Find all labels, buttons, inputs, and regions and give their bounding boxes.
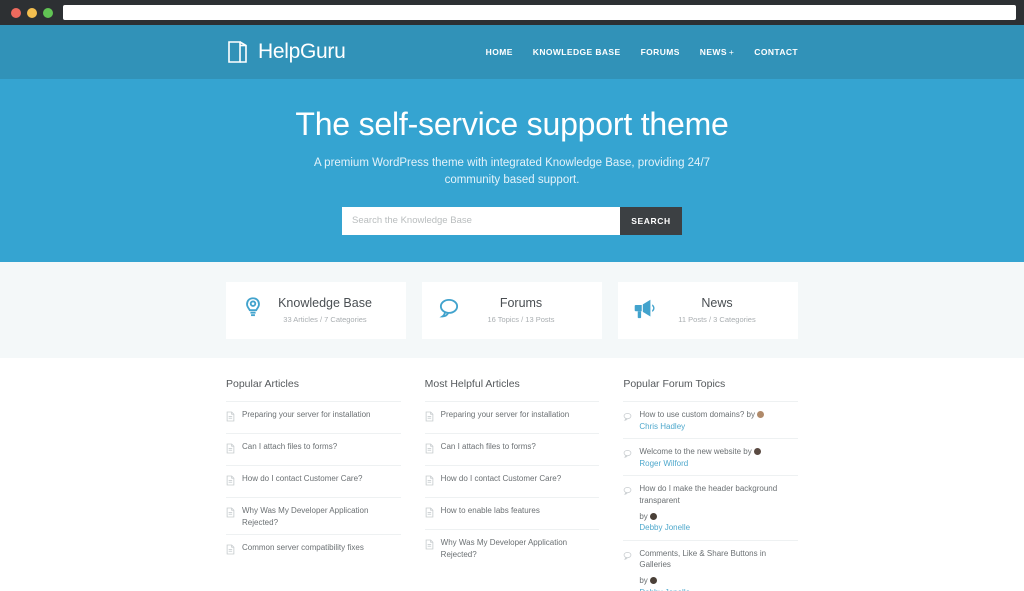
search-input[interactable] bbox=[342, 206, 620, 235]
list-item[interactable]: How do I contact Customer Care? bbox=[226, 465, 401, 497]
close-window-icon[interactable] bbox=[11, 7, 21, 18]
document-icon bbox=[425, 505, 434, 523]
search-button[interactable]: SEARCH bbox=[620, 206, 682, 235]
content-columns-section: Popular Articles Preparing your server f… bbox=[0, 358, 1024, 591]
stat-card-title: News bbox=[701, 296, 733, 310]
hero-subtitle: A premium WordPress theme with integrate… bbox=[313, 157, 711, 186]
article-title: How do I contact Customer Care? bbox=[440, 474, 562, 483]
column-title: Popular Articles bbox=[226, 378, 299, 390]
maximize-window-icon[interactable] bbox=[43, 7, 53, 18]
list-item[interactable]: Preparing your server for installation bbox=[226, 401, 401, 433]
nav-item-home[interactable]: HOME bbox=[486, 47, 513, 57]
nav-item-contact[interactable]: CONTACT bbox=[754, 47, 798, 57]
stat-card-news[interactable]: News 11 Posts / 3 Categories bbox=[618, 281, 798, 339]
avatar bbox=[753, 448, 761, 456]
list-item[interactable]: Can I attach files to forms? bbox=[424, 433, 600, 465]
knowledge-base-search-form: SEARCH bbox=[342, 206, 682, 235]
list-item[interactable]: Comments, Like & Share Buttons in Galler… bbox=[623, 539, 799, 591]
topic-author[interactable]: Roger Wilford bbox=[639, 458, 760, 470]
document-icon bbox=[425, 537, 434, 555]
megaphone-icon bbox=[632, 295, 658, 326]
hero-section: The self-service support theme A premium… bbox=[0, 79, 1024, 262]
topic-title: How to use custom domains? by bbox=[639, 410, 755, 419]
document-icon bbox=[226, 473, 235, 491]
topic-title: Welcome to the new website by bbox=[639, 447, 752, 457]
minimize-window-icon[interactable] bbox=[27, 7, 37, 18]
document-icon bbox=[226, 505, 235, 523]
stat-card-title: Forums bbox=[499, 296, 543, 310]
main-navigation: HOME KNOWLEDGE BASE FORUMS NEWS + CONTACT bbox=[486, 47, 798, 57]
stat-card-title: Knowledge Base bbox=[278, 296, 372, 310]
speech-bubble-icon bbox=[623, 548, 632, 566]
by-label: by bbox=[639, 511, 648, 521]
stat-card-knowledge-base[interactable]: Knowledge Base 33 Articles / 7 Categorie… bbox=[226, 281, 406, 339]
article-title: Preparing your server for installation bbox=[440, 410, 570, 419]
article-title: Why Was My Developer Application Rejecte… bbox=[440, 538, 568, 559]
article-title: How to enable labs features bbox=[440, 506, 540, 515]
speech-bubble-icon bbox=[436, 295, 462, 326]
stat-card-forums[interactable]: Forums 16 Topics / 13 Posts bbox=[422, 281, 602, 339]
topic-author[interactable]: Debby Jonelle bbox=[639, 587, 798, 591]
topic-title: How do I make the header background tran… bbox=[639, 484, 778, 505]
list-item[interactable]: Preparing your server for installation bbox=[424, 401, 600, 433]
column-title: Most Helpful Articles bbox=[424, 378, 520, 390]
logo-text: HelpGuru bbox=[258, 40, 346, 63]
article-title: Why Was My Developer Application Rejecte… bbox=[242, 506, 369, 527]
document-icon bbox=[425, 441, 434, 459]
topic-author[interactable]: Chris Hadley bbox=[639, 421, 764, 433]
address-bar[interactable] bbox=[63, 5, 1016, 20]
document-icon bbox=[226, 409, 235, 427]
column-title: Popular Forum Topics bbox=[623, 378, 726, 390]
stat-card-meta: 16 Topics / 13 Posts bbox=[487, 315, 555, 324]
stat-card-meta: 11 Posts / 3 Categories bbox=[678, 315, 756, 324]
avatar bbox=[756, 411, 764, 418]
list-item[interactable]: Why Was My Developer Application Rejecte… bbox=[226, 497, 401, 534]
list-item[interactable]: How to use custom domains? by Chris Hadl… bbox=[623, 401, 799, 438]
browser-chrome bbox=[0, 0, 1024, 25]
article-title: Can I attach files to forms? bbox=[440, 442, 536, 451]
list-item[interactable]: Welcome to the new website by Roger Wilf… bbox=[623, 438, 799, 475]
hero-title: The self-service support theme bbox=[295, 106, 729, 142]
document-icon bbox=[425, 409, 434, 427]
document-icon bbox=[425, 473, 434, 491]
page-viewport: HelpGuru HOME KNOWLEDGE BASE FORUMS NEWS… bbox=[0, 25, 1024, 591]
article-title: Can I attach files to forms? bbox=[242, 442, 338, 451]
article-title: How do I contact Customer Care? bbox=[242, 474, 363, 483]
document-icon bbox=[226, 542, 235, 560]
site-logo[interactable]: HelpGuru bbox=[226, 39, 346, 65]
list-item[interactable]: How to enable labs features bbox=[424, 497, 600, 529]
stat-cards-section: Knowledge Base 33 Articles / 7 Categorie… bbox=[0, 262, 1024, 358]
topic-title: Comments, Like & Share Buttons in Galler… bbox=[639, 548, 767, 570]
list-item[interactable]: Why Was My Developer Application Rejecte… bbox=[424, 529, 600, 566]
column-popular-forum-topics: Popular Forum Topics How to use custom d… bbox=[623, 378, 799, 591]
avatar bbox=[649, 512, 657, 520]
site-header: HelpGuru HOME KNOWLEDGE BASE FORUMS NEWS… bbox=[0, 25, 1024, 79]
book-icon bbox=[226, 39, 250, 65]
speech-bubble-icon bbox=[623, 409, 632, 427]
column-most-helpful-articles: Most Helpful Articles Preparing your ser… bbox=[424, 378, 600, 591]
article-title: Common server compatibility fixes bbox=[242, 543, 364, 553]
list-item[interactable]: Can I attach files to forms? bbox=[226, 433, 401, 465]
speech-bubble-icon bbox=[623, 446, 632, 464]
list-item[interactable]: How do I contact Customer Care? bbox=[424, 465, 600, 497]
by-label: by bbox=[639, 575, 648, 585]
list-item[interactable]: Common server compatibility fixes bbox=[226, 534, 401, 566]
list-item[interactable]: How do I make the header background tran… bbox=[623, 475, 799, 539]
article-title: Preparing your server for installation bbox=[242, 410, 371, 419]
column-popular-articles: Popular Articles Preparing your server f… bbox=[226, 378, 401, 591]
expand-plus-icon: + bbox=[728, 47, 735, 57]
avatar bbox=[649, 576, 657, 584]
nav-item-news[interactable]: NEWS + bbox=[700, 47, 734, 57]
lightbulb-icon bbox=[240, 295, 266, 326]
topic-author[interactable]: Debby Jonelle bbox=[639, 522, 798, 534]
nav-item-forums[interactable]: FORUMS bbox=[641, 47, 680, 57]
nav-item-knowledge-base[interactable]: KNOWLEDGE BASE bbox=[533, 47, 621, 57]
speech-bubble-icon bbox=[623, 483, 632, 501]
document-icon bbox=[226, 441, 235, 459]
stat-card-meta: 33 Articles / 7 Categories bbox=[283, 315, 367, 324]
window-controls bbox=[8, 7, 53, 18]
